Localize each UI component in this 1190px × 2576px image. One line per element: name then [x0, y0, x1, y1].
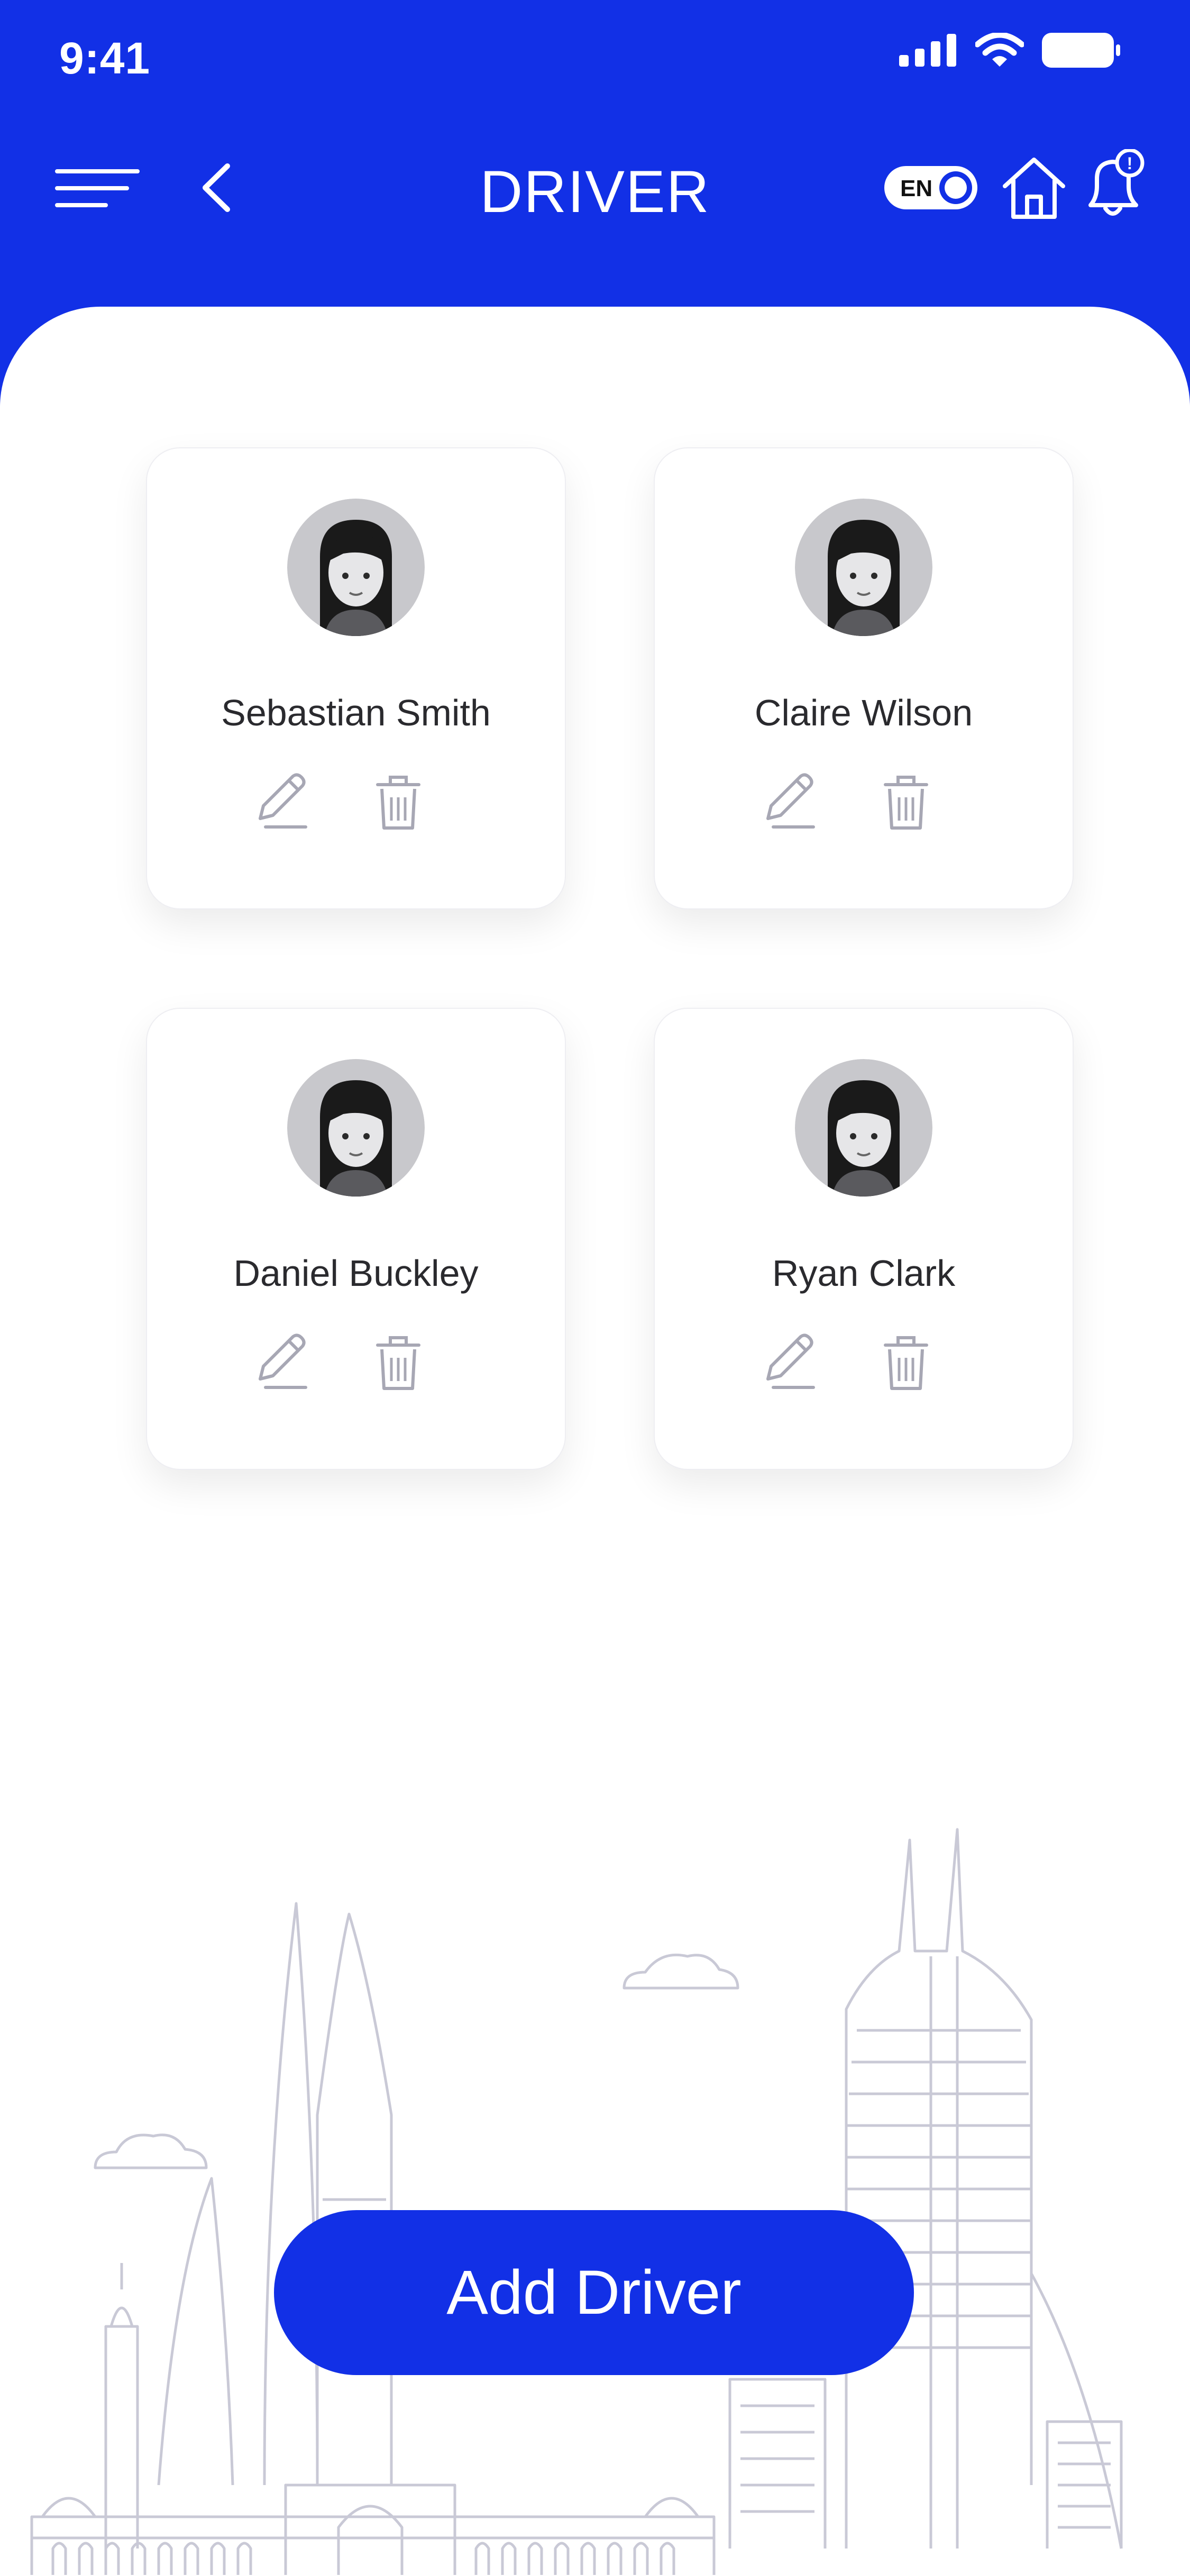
- edit-icon[interactable]: [248, 1331, 311, 1395]
- language-toggle[interactable]: EN: [884, 166, 977, 209]
- driver-name: Ryan Clark: [772, 1253, 956, 1294]
- edit-icon[interactable]: [755, 771, 819, 834]
- avatar-icon: [287, 499, 425, 636]
- trash-icon[interactable]: [877, 1331, 935, 1395]
- driver-name: Sebastian Smith: [221, 692, 491, 733]
- notification-badge: !: [1127, 154, 1133, 173]
- trash-icon[interactable]: [369, 771, 427, 834]
- edit-icon[interactable]: [755, 1331, 819, 1395]
- status-bar: 9:41: [0, 0, 1190, 122]
- avatar-icon: [795, 1059, 932, 1197]
- driver-card[interactable]: Sebastian Smith: [146, 447, 566, 909]
- driver-name: Claire Wilson: [754, 692, 973, 733]
- driver-card[interactable]: Claire Wilson: [654, 447, 1074, 909]
- city-skyline-illustration: [30, 1828, 1123, 2575]
- bell-icon[interactable]: !: [1079, 149, 1148, 223]
- trash-icon[interactable]: [877, 771, 935, 834]
- avatar-icon: [795, 499, 932, 636]
- driver-card[interactable]: Ryan Clark: [654, 1008, 1074, 1470]
- signal-icon: [899, 34, 956, 67]
- edit-icon[interactable]: [248, 771, 311, 834]
- driver-name: Daniel Buckley: [233, 1253, 479, 1294]
- driver-card[interactable]: Daniel Buckley: [146, 1008, 566, 1470]
- avatar-icon: [287, 1059, 425, 1197]
- status-icons: [899, 33, 1121, 68]
- status-time: 9:41: [59, 33, 151, 83]
- trash-icon[interactable]: [369, 1331, 427, 1395]
- add-driver-button[interactable]: Add Driver: [274, 2210, 914, 2375]
- wifi-icon: [975, 33, 1024, 67]
- language-label: EN: [900, 176, 933, 201]
- app-header: DRIVER EN !: [0, 132, 1190, 243]
- home-icon[interactable]: [1000, 153, 1068, 222]
- battery-icon: [1042, 33, 1120, 68]
- toggle-knob: [939, 171, 972, 204]
